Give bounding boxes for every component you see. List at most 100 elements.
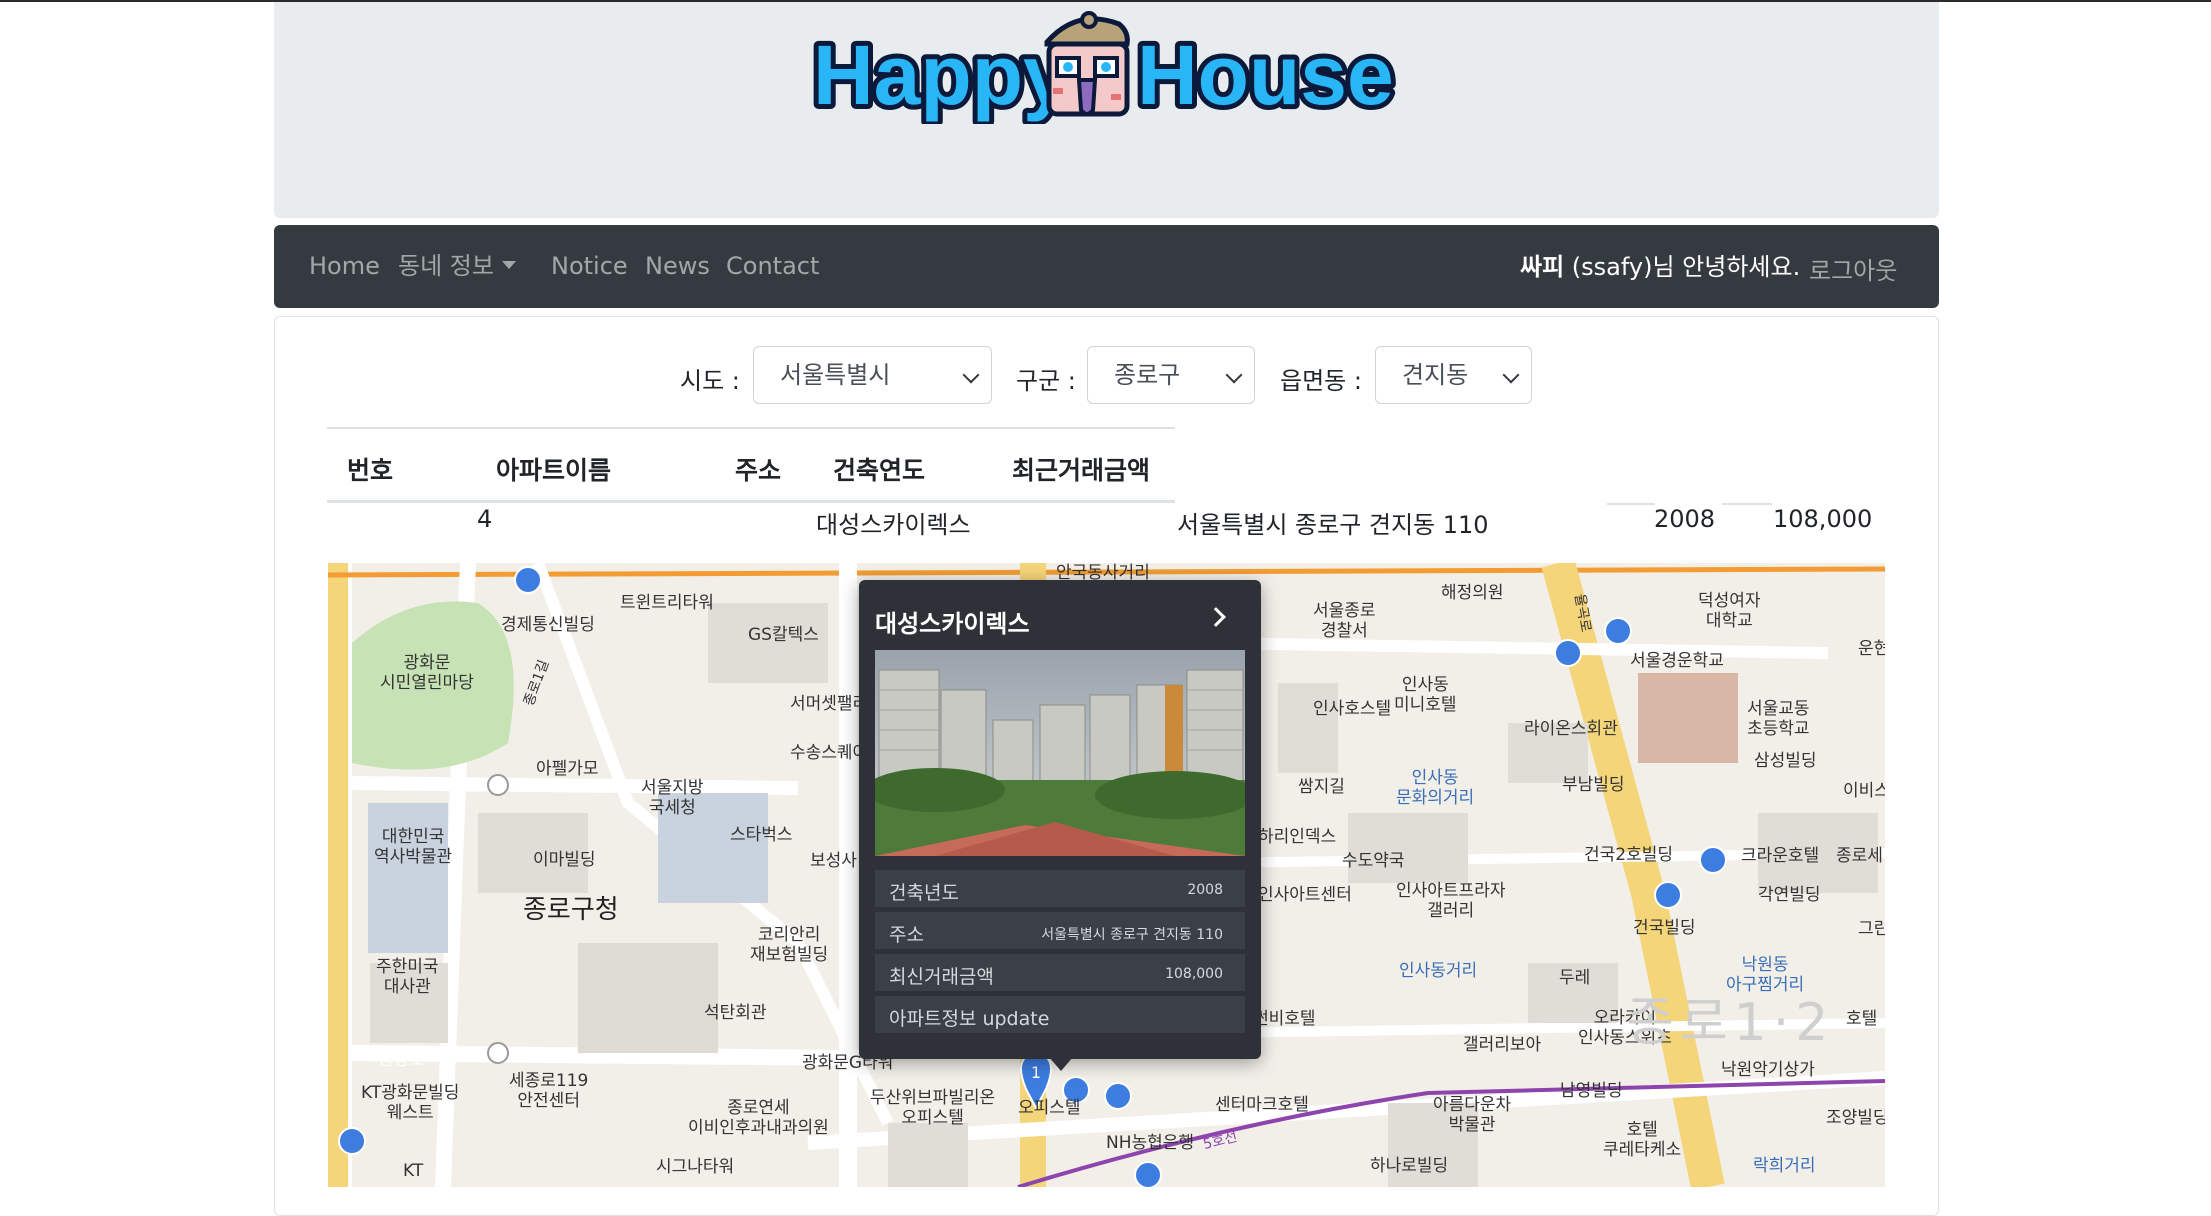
map-label: 대한민국 역사박물관 <box>374 827 453 867</box>
svg-text:Happy: Happy <box>813 28 1070 122</box>
popup-row-price: 최신거래금액 108,000 <box>875 954 1245 992</box>
user-greeting: 싸피 (ssafy)님 안녕하세요. <box>1520 247 1800 282</box>
map-label: 아름다운차 박물관 <box>1433 1095 1512 1135</box>
main-navbar: Home 동네 정보 Notice News Contact 싸피 (ssafy… <box>274 225 1939 308</box>
map-label: 수도약국 <box>1342 851 1405 871</box>
nav-neighborhood-label: 동네 정보 <box>398 252 494 280</box>
row-divider <box>1722 503 1772 505</box>
apartment-info-popup: 대성스카이렉스 건축년도 2008 주소 서울특별시 종로구 견지동 110 최… <box>859 580 1261 1059</box>
popup-row-build-year: 건축년도 2008 <box>875 870 1245 908</box>
gugun-select-value: 종로구 <box>1114 361 1181 389</box>
map-label: 보성사 <box>810 851 857 871</box>
dong-label: 읍면동 : <box>1280 367 1362 395</box>
map-label: 종로구청 <box>523 895 619 925</box>
map-label: 하나로빌딩 <box>1370 1156 1449 1176</box>
header-recent-price: 최근거래금액 <box>1012 456 1151 485</box>
map-label: 덕성여자 대학교 <box>1698 591 1761 631</box>
map-label: 인사동 미니호텔 <box>1394 675 1457 715</box>
map-label: 세종로119 안전센터 <box>509 1071 589 1111</box>
dong-select[interactable]: 견지동 <box>1375 346 1532 404</box>
map-label: 하리인덱스 <box>1258 827 1337 847</box>
apartment-table-header: 번호 아파트이름 주소 건축연도 최근거래금액 <box>327 427 1175 503</box>
nav-news[interactable]: News <box>645 225 710 308</box>
map-label: 종로연세 이비인후과내과의원 <box>688 1098 829 1138</box>
map-label: 삼봉로 <box>378 1050 425 1070</box>
map-label: 낙원악기상가 <box>1721 1060 1815 1080</box>
map-label: 인사호스텔 <box>1313 699 1392 719</box>
row-divider <box>1607 503 1655 505</box>
map-label: 건국2호빌딩 <box>1584 845 1674 865</box>
map-label: KT광화문빌딩 웨스트 <box>361 1083 460 1123</box>
cell-build-year: 2008 <box>1654 505 1716 533</box>
map-label: 두레 <box>1559 968 1591 988</box>
map-label: 인사아트프라자 갤러리 <box>1396 881 1506 921</box>
map-label: 서울교동 초등학교 <box>1747 699 1810 739</box>
user-name: 싸피 <box>1520 253 1565 281</box>
map-label: 석탄회관 <box>704 1003 767 1023</box>
map-label: 인사동거리 <box>1399 961 1478 981</box>
nav-home[interactable]: Home <box>309 225 380 308</box>
popup-pointer <box>1049 1057 1073 1071</box>
header-build-year: 건축연도 <box>833 456 926 485</box>
sido-select[interactable]: 서울특별시 <box>753 346 992 404</box>
cell-apt-name[interactable]: 대성스카이렉스 <box>816 505 971 540</box>
map-label: 서울지방 국세청 <box>641 778 704 818</box>
nav-contact[interactable]: Contact <box>726 225 819 308</box>
map-label: 코리안리 재보험빌딩 <box>750 925 829 965</box>
nav-neighborhood-dropdown[interactable]: 동네 정보 <box>398 225 516 308</box>
map-label: GS칼텍스 <box>748 625 819 645</box>
map-marker-number: 1 <box>1031 1063 1041 1082</box>
map-label: 두산위브파빌리온 오피스텔 <box>870 1088 996 1128</box>
map-label: 수송스퀘어 <box>790 743 869 763</box>
map-label: 남영빌딩 <box>1560 1081 1623 1101</box>
header-banner: Happy House <box>274 2 1939 218</box>
popup-row-update[interactable]: 아파트정보 update <box>875 996 1245 1034</box>
chevron-down-icon <box>1502 366 1520 384</box>
map-label: 경제통신빌딩 <box>501 615 595 635</box>
map-label: 광화문 시민열린마당 <box>380 653 474 693</box>
user-greeting-suffix: (ssafy)님 안녕하세요. <box>1564 253 1801 281</box>
map-label: 각연빌딩 <box>1758 885 1821 905</box>
map-label: 조양빌딩 <box>1826 1108 1885 1128</box>
map-label: 오피스텔 <box>1018 1098 1081 1118</box>
chevron-right-icon[interactable] <box>1206 607 1226 627</box>
cell-address: 서울특별시 종로구 견지동 110 <box>1177 511 1489 539</box>
map-label: 시그나타워 <box>656 1157 735 1177</box>
map-label: 서머셋팰리 <box>790 694 869 714</box>
dong-select-value: 견지동 <box>1402 361 1469 389</box>
map-label: 종로세 <box>1836 846 1883 866</box>
map-label: 주한미국 대사관 <box>376 957 439 997</box>
map-label: 서울경운학교 <box>1630 651 1724 671</box>
map-label: 건국빌딩 <box>1633 918 1696 938</box>
map-label: 갤러리보아 <box>1463 1035 1542 1055</box>
happyhouse-logo[interactable]: Happy House <box>807 6 1407 124</box>
map-label: 호텔 쿠레타케소 <box>1603 1120 1682 1160</box>
header-number: 번호 <box>347 456 394 485</box>
header-address: 주소 <box>735 456 782 485</box>
map-label: 부남빌딩 <box>1562 775 1625 795</box>
map-label: 해정의원 <box>1441 583 1504 603</box>
cell-number: 4 <box>477 505 493 533</box>
map-label: 이비스 <box>1843 781 1885 801</box>
popup-title: 대성스카이렉스 <box>875 610 1030 638</box>
logout-link[interactable]: 로그아웃 <box>1809 251 1897 286</box>
map-label: 그린 <box>1858 919 1885 939</box>
chevron-down-icon <box>962 366 980 384</box>
map-label: 스타벅스 <box>730 825 793 845</box>
sido-select-value: 서울특별시 <box>780 361 891 389</box>
popup-row-address: 주소 서울특별시 종로구 견지동 110 <box>875 912 1245 950</box>
map-label: 아펠가모 <box>536 759 599 779</box>
nav-notice[interactable]: Notice <box>551 225 628 308</box>
map-label: 락희거리 <box>1753 1156 1816 1176</box>
map-label: 호텔 <box>1846 1009 1878 1029</box>
map-label: 서울종로 경찰서 <box>1313 601 1376 641</box>
map-label: NH농협은행 <box>1106 1133 1195 1153</box>
cell-recent-price: 108,000 <box>1773 505 1873 533</box>
map-label: 트윈트리타워 <box>620 593 714 613</box>
map-label: 이마빌딩 <box>533 850 596 870</box>
caret-down-icon <box>501 261 516 269</box>
chevron-down-icon <box>1225 366 1243 384</box>
map-label: 인사동 문화의거리 <box>1396 768 1475 808</box>
gugun-select[interactable]: 종로구 <box>1087 346 1255 404</box>
map-label: 썬비호텔 <box>1253 1009 1316 1029</box>
